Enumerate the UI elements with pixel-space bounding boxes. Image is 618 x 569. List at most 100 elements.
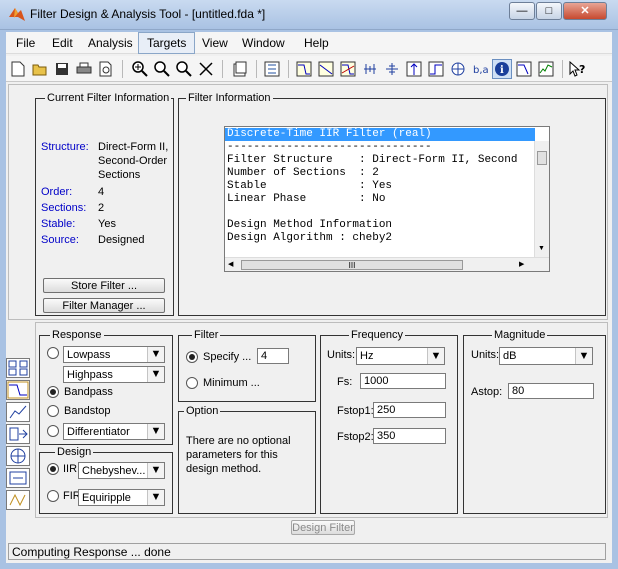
- fir-method-select[interactable]: Equiripple ▼: [78, 489, 165, 506]
- sidebar-pole-zero-editor-button[interactable]: [6, 402, 30, 422]
- menu-file[interactable]: File: [8, 32, 43, 54]
- minimize-icon: —: [516, 5, 528, 17]
- status-text: Computing Response ... done: [12, 545, 171, 559]
- lowpass-select[interactable]: Lowpass ▼: [63, 346, 165, 363]
- design-mode-button[interactable]: [262, 59, 282, 79]
- magnitude-response-icon: [296, 61, 312, 77]
- chevron-down-icon: ▼: [147, 367, 164, 382]
- sidebar-design-button[interactable]: [6, 380, 30, 400]
- print-button[interactable]: [74, 59, 94, 79]
- menu-window[interactable]: Window: [234, 32, 293, 54]
- options-title: Option: [184, 405, 221, 417]
- maximize-button[interactable]: □: [536, 2, 562, 20]
- sidebar-import-button[interactable]: [6, 424, 30, 444]
- filter-info-title: Filter Information: [186, 92, 273, 104]
- magnitude-response-button[interactable]: [294, 59, 314, 79]
- specify-order-radio[interactable]: [186, 351, 198, 363]
- iir-label: IIR: [63, 463, 78, 475]
- whats-this-button[interactable]: ?: [568, 59, 588, 79]
- magnitude-units-label: Units:: [471, 349, 500, 361]
- close-button[interactable]: ✕: [563, 2, 607, 20]
- new-figure-button[interactable]: [230, 59, 250, 79]
- new-button[interactable]: [8, 59, 28, 79]
- highpass-select[interactable]: Highpass ▼: [63, 366, 165, 383]
- scroll-left-arrow-icon[interactable]: ◀: [228, 260, 233, 268]
- frequency-spec-title: Frequency: [349, 329, 405, 341]
- vertical-scrollbar[interactable]: ▼: [534, 141, 549, 257]
- filter-info-button[interactable]: i: [492, 59, 512, 79]
- phase-delay-button[interactable]: [382, 59, 402, 79]
- full-view-button[interactable]: [196, 59, 216, 79]
- iir-radio[interactable]: [47, 463, 59, 475]
- scroll-right-arrow-icon[interactable]: ▶: [519, 260, 524, 268]
- step-response-button[interactable]: [426, 59, 446, 79]
- svg-text:i: i: [500, 65, 504, 76]
- menu-edit[interactable]: Edit: [44, 32, 81, 54]
- magnitude-phase-button[interactable]: [338, 59, 358, 79]
- phase-response-icon: [318, 61, 334, 77]
- horizontal-scroll-thumb[interactable]: III: [241, 260, 463, 270]
- coefficients-button[interactable]: b,a: [470, 59, 490, 79]
- info-line: Design Method Information: [227, 219, 393, 231]
- design-mode-icon: [264, 61, 280, 77]
- horizontal-scrollbar[interactable]: ◀ III ▶: [225, 257, 549, 271]
- sidebar-transform-button[interactable]: [6, 358, 30, 378]
- lowpass-radio[interactable]: [47, 347, 59, 359]
- svg-text:b,a: b,a: [473, 65, 488, 76]
- fstop2-label: Fstop2:: [337, 431, 374, 443]
- full-view-icon: [199, 62, 213, 76]
- astop-input[interactable]: 80: [508, 383, 594, 399]
- pole-zero-icon: [451, 62, 465, 76]
- scroll-down-arrow-icon[interactable]: ▼: [538, 245, 545, 252]
- minimum-order-radio[interactable]: [186, 377, 198, 389]
- menu-analysis[interactable]: Analysis: [80, 32, 141, 54]
- stable-label: Stable:: [41, 218, 76, 230]
- whats-this-icon: ?: [569, 61, 585, 77]
- magnitude-estimate-button[interactable]: [514, 59, 534, 79]
- open-button[interactable]: [30, 59, 50, 79]
- differentiator-select[interactable]: Differentiator ▼: [63, 423, 165, 440]
- menu-view[interactable]: View: [194, 32, 236, 54]
- bandstop-radio[interactable]: [47, 405, 59, 417]
- source-label: Source:: [41, 234, 79, 246]
- filter-info-listbox[interactable]: Discrete-Time IIR Filter (real) --------…: [224, 126, 550, 272]
- differentiator-radio[interactable]: [47, 425, 59, 437]
- sidebar-realize-model-button[interactable]: [6, 468, 30, 488]
- info-line: Stable : Yes: [227, 180, 393, 192]
- options-text-line-2: parameters for this: [186, 449, 278, 461]
- order-input[interactable]: 4: [257, 348, 289, 364]
- magnitude-units-select[interactable]: dB ▼: [499, 347, 593, 365]
- save-button[interactable]: [52, 59, 72, 79]
- frequency-units-select[interactable]: Hz ▼: [356, 347, 445, 365]
- fir-radio[interactable]: [47, 490, 59, 502]
- source-value: Designed: [98, 234, 145, 246]
- bandpass-radio[interactable]: [47, 386, 59, 398]
- zoom-in-button[interactable]: [130, 59, 150, 79]
- store-filter-button[interactable]: Store Filter ...: [43, 278, 165, 293]
- new-icon: [11, 61, 25, 77]
- pole-zero-button[interactable]: [448, 59, 468, 79]
- round-off-noise-button[interactable]: [536, 59, 556, 79]
- group-delay-button[interactable]: [360, 59, 380, 79]
- sidebar-quantize-button[interactable]: [6, 446, 30, 466]
- iir-method-select[interactable]: Chebyshev... ▼: [78, 462, 165, 479]
- design-filter-button[interactable]: Design Filter: [291, 520, 355, 535]
- menu-targets[interactable]: Targets: [138, 32, 196, 54]
- vertical-scroll-thumb[interactable]: [537, 151, 547, 165]
- minimum-order-label: Minimum ...: [203, 377, 260, 389]
- sidebar-multirate-button[interactable]: [6, 490, 30, 510]
- impulse-response-button[interactable]: [404, 59, 424, 79]
- minimize-button[interactable]: —: [509, 2, 535, 20]
- filter-order-group: [178, 335, 316, 402]
- phase-response-button[interactable]: [316, 59, 336, 79]
- structure-value-line-1: Direct-Form II,: [98, 141, 169, 153]
- zoom-x-button[interactable]: [152, 59, 172, 79]
- print-preview-button[interactable]: [96, 59, 116, 79]
- structure-label: Structure:: [41, 141, 89, 153]
- filter-manager-button[interactable]: Filter Manager ...: [43, 298, 165, 313]
- fstop2-input[interactable]: 350: [373, 428, 446, 444]
- zoom-y-button[interactable]: [174, 59, 194, 79]
- fstop1-input[interactable]: 250: [373, 402, 446, 418]
- menu-help[interactable]: Help: [296, 32, 337, 54]
- fs-input[interactable]: 1000: [360, 373, 446, 389]
